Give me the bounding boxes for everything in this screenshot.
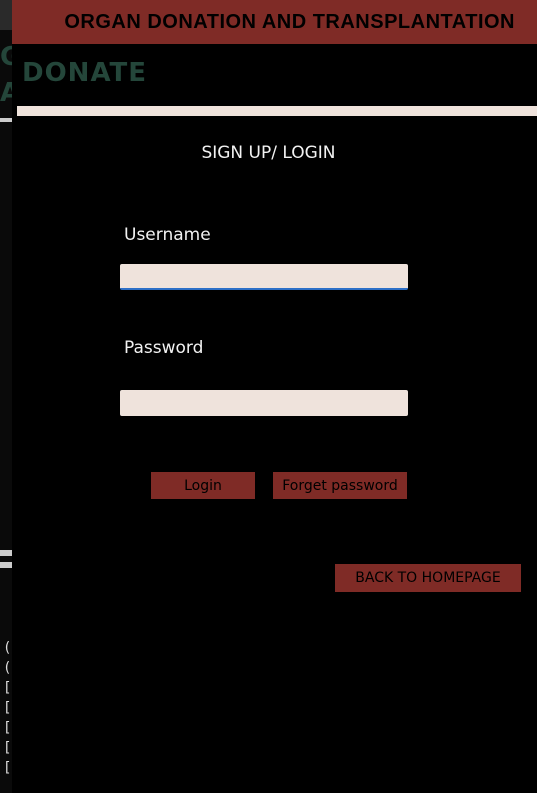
password-input[interactable] [120,390,408,416]
back-to-homepage-button[interactable]: BACK TO HOMEPAGE [335,564,521,592]
background-divider [0,550,12,556]
header-bar: ORGAN DONATION AND TRANSPLANTATION [12,0,537,44]
background-text: ( [3,640,12,656]
form-heading: SIGN UP/ LOGIN [201,143,336,163]
site-title: ORGAN DONATION AND TRANSPLANTATION [64,10,515,33]
background-text: [ [3,700,12,716]
background-text: [ [3,680,12,696]
username-input[interactable] [120,264,408,290]
background-text: [ [3,720,12,736]
password-label: Password [124,338,204,358]
background-divider [0,562,12,568]
background-window-titlebar [0,0,12,30]
background-letter: A [0,78,12,108]
login-button[interactable]: Login [151,472,255,499]
header-divider [17,106,537,116]
forget-password-button[interactable]: Forget password [273,472,407,499]
background-window-fragment: G A ( ( [ [ [ [ [ [0,0,12,793]
donate-logo: DONATE [22,58,148,88]
background-divider [0,118,12,122]
background-text: [ [3,760,12,776]
background-text: ( [3,660,12,676]
username-label: Username [124,225,211,245]
background-text: [ [3,740,12,756]
background-letter: G [0,42,12,72]
